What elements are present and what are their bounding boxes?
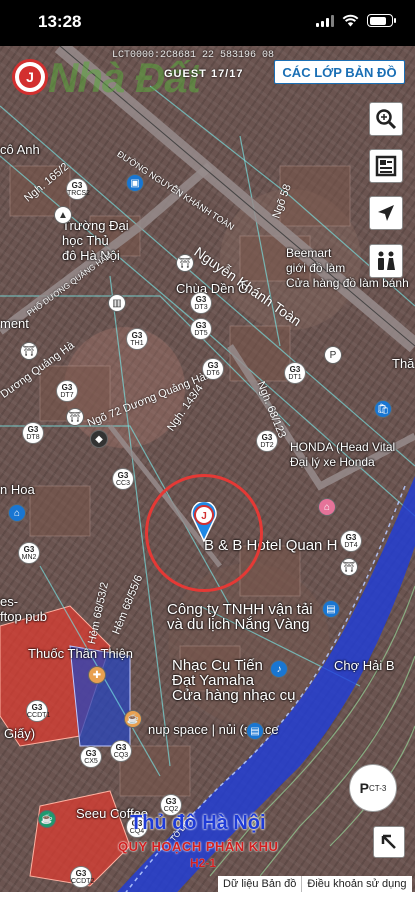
- cellular-signal-icon: [316, 14, 334, 27]
- location-pin-icon[interactable]: J: [190, 502, 218, 542]
- map-header: Nhà Đất J LCT0000:2C8681 22 583196 08 GU…: [0, 46, 415, 108]
- plan-marker[interactable]: G3 DT3: [190, 292, 212, 314]
- map-label-pub: es- ftop pub: [0, 594, 47, 624]
- expand-button[interactable]: [373, 826, 405, 858]
- plan-marker[interactable]: G3 TRCS2: [66, 178, 90, 200]
- plan-marker[interactable]: G3 CCDT1: [26, 700, 50, 722]
- plan-marker[interactable]: G3 CCDT2: [70, 866, 94, 888]
- plan-marker[interactable]: G3 DT6: [202, 358, 224, 380]
- temple-icon[interactable]: ⛩: [340, 558, 358, 576]
- map-canvas[interactable]: Trường Đại học Thủ đô Hà Nội Chùa Dền Ỗ …: [0, 46, 415, 900]
- shield-icon[interactable]: ◆: [90, 430, 108, 448]
- school-icon[interactable]: ▲: [54, 206, 72, 224]
- city-label: Thủ đô Hà Nội: [130, 812, 266, 834]
- my-location-button[interactable]: [369, 196, 403, 230]
- cafe-icon[interactable]: ☕: [124, 710, 142, 728]
- plan-id-text: LCT0000:2C8681 22 583196 08: [112, 50, 275, 61]
- map-info-button[interactable]: [369, 149, 403, 183]
- map-label-pharmacy: Thuốc Thân Thiện: [28, 646, 134, 661]
- business-icon[interactable]: ▤: [322, 600, 340, 618]
- plan-marker[interactable]: G3 DT1: [284, 362, 306, 384]
- map-label-market: Chợ Hải B: [334, 658, 395, 673]
- plan-marker[interactable]: G3 DT2: [256, 430, 278, 452]
- plan-marker[interactable]: G3 DT7: [56, 380, 78, 402]
- shop-icon[interactable]: ▤: [246, 722, 264, 740]
- map-label-hoa: n Hoa: [0, 482, 35, 497]
- status-bar: 13:28: [0, 0, 415, 46]
- plan-marker[interactable]: G3 CC3: [112, 468, 134, 490]
- plan-zone-label: H2-1: [190, 856, 217, 870]
- parking-icon[interactable]: P: [324, 346, 342, 364]
- map-label-co-anh: cô Anh: [0, 142, 40, 157]
- people-button[interactable]: [369, 244, 403, 278]
- plan-marker[interactable]: G3 CQ3: [110, 740, 132, 762]
- navigation-arrow-icon: [378, 205, 394, 221]
- status-icons: [316, 14, 396, 27]
- temple-icon[interactable]: ⛩: [66, 408, 84, 426]
- bus-icon[interactable]: ▣: [126, 174, 144, 192]
- plan-marker[interactable]: G3 DT8: [22, 422, 44, 444]
- planning-zone-code: CT-3: [369, 783, 387, 793]
- plan-marker[interactable]: G3 CX5: [80, 746, 102, 768]
- temple-icon[interactable]: ⛩: [20, 342, 38, 360]
- bottom-bar: [0, 892, 415, 900]
- pharmacy-icon[interactable]: ✚: [88, 666, 106, 684]
- map-label-company: Công ty TNHH vận tải và du lịch Nắng Vàn…: [167, 601, 313, 633]
- map-label-school: Trường Đại học Thủ đô Hà Nội: [62, 218, 129, 263]
- music-store-icon[interactable]: ♪: [270, 660, 288, 678]
- plan-type-label: QUY HOẠCH PHÂN KHU: [118, 839, 279, 854]
- building-icon[interactable]: ▥: [108, 294, 126, 312]
- battery-icon: [367, 14, 396, 27]
- cafe-icon[interactable]: ☕: [38, 810, 56, 828]
- pub-icon[interactable]: ⌂: [8, 504, 26, 522]
- map-label-tha: Thă: [392, 356, 415, 371]
- plan-marker[interactable]: G3 DT5: [190, 318, 212, 340]
- map-label-ment: ment: [0, 316, 29, 331]
- map-layers-button[interactable]: CÁC LỚP BẢN ĐỒ: [274, 60, 405, 84]
- map-label-honda: HONDA (Head Vital Đại lý xe Honda: [290, 440, 396, 469]
- app-logo[interactable]: J: [12, 59, 48, 95]
- zoom-search-button[interactable]: [369, 102, 403, 136]
- people-icon: [378, 251, 395, 270]
- hotel-icon[interactable]: ⌂: [318, 498, 336, 516]
- plan-marker[interactable]: G3 DT4: [340, 530, 362, 552]
- planning-zone-letter: P: [359, 780, 369, 796]
- search-zoom-icon: [376, 109, 397, 130]
- guest-counter: GUEST 17/17: [164, 68, 244, 80]
- plan-marker[interactable]: G3 TH1: [126, 328, 148, 350]
- status-time: 13:28: [38, 12, 82, 31]
- svg-text:J: J: [201, 511, 207, 522]
- temple-icon[interactable]: ⛩: [176, 254, 194, 272]
- shop-icon[interactable]: 🛍: [374, 400, 392, 418]
- arrow-up-left-icon: [381, 834, 396, 849]
- map-document-icon: [375, 155, 397, 177]
- plan-marker[interactable]: G3 MN2: [18, 542, 40, 564]
- map-label-giay: Giấy): [4, 726, 36, 741]
- logo-glyph-icon: J: [19, 66, 41, 88]
- planning-zone-button[interactable]: P CT-3: [349, 764, 397, 812]
- wifi-icon: [342, 14, 359, 27]
